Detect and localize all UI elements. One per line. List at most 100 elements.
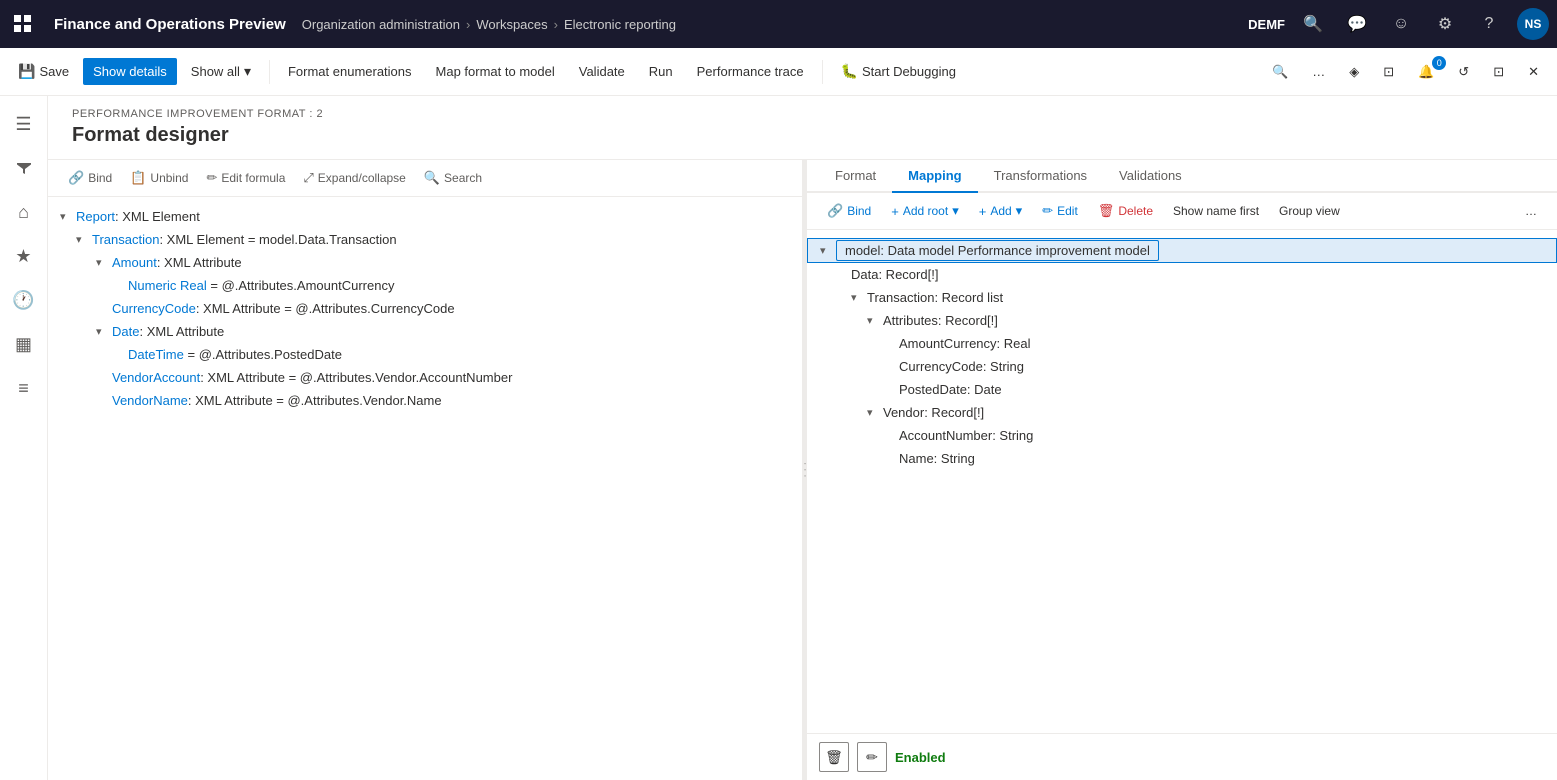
user-avatar[interactable]: NS xyxy=(1517,8,1549,40)
start-debugging-button[interactable]: 🐛 Start Debugging xyxy=(831,57,966,86)
tab-mapping[interactable]: Mapping xyxy=(892,160,977,193)
mapping-bind-button[interactable]: 🔗 Bind xyxy=(819,199,879,223)
unbind-button[interactable]: 📋 Unbind xyxy=(122,166,196,190)
nav-breadcrumb: Organization administration › Workspaces… xyxy=(302,17,1248,32)
map-row[interactable]: ▾ model: Data model Performance improvem… xyxy=(807,238,1557,263)
tree-row[interactable]: ▾ Amount: XML Attribute xyxy=(48,251,802,274)
show-details-button[interactable]: Show details xyxy=(83,58,177,85)
command-bar: 💾 Save Show details Show all ▾ Format en… xyxy=(0,48,1557,96)
sidebar-favorites-icon[interactable]: ★ xyxy=(4,236,44,276)
map-format-to-model-button[interactable]: Map format to model xyxy=(426,58,565,85)
map-row[interactable]: ▾ CurrencyCode: String xyxy=(807,355,1557,378)
cmd-diamond-button[interactable]: ◈ xyxy=(1339,58,1369,86)
designer-area: 🔗 Bind 📋 Unbind ✏ Edit formula ⤢ Expand/… xyxy=(48,160,1557,780)
show-all-button[interactable]: Show all ▾ xyxy=(181,57,261,86)
sidebar-recent-icon[interactable]: 🕐 xyxy=(4,280,44,320)
page-header: PERFORMANCE IMPROVEMENT FORMAT : 2 Forma… xyxy=(48,96,1557,160)
tree-item-label: Transaction: XML Element = model.Data.Tr… xyxy=(92,232,397,247)
map-row[interactable]: ▾ AccountNumber: String xyxy=(807,424,1557,447)
app-grid-icon[interactable] xyxy=(8,9,38,39)
plus-icon: + xyxy=(891,204,899,219)
page-title: Format designer xyxy=(72,124,1533,159)
cmd-divider-1 xyxy=(269,60,270,84)
tree-row[interactable]: ▾ Numeric Real = @.Attributes.AmountCurr… xyxy=(48,274,802,297)
notifications-icon[interactable]: 💬 xyxy=(1341,8,1373,40)
cmd-close-button[interactable]: ✕ xyxy=(1518,58,1549,86)
sidebar-home-icon[interactable]: ⌂ xyxy=(4,192,44,232)
map-item-label: Attributes: Record[!] xyxy=(883,313,998,328)
format-panel: 🔗 Bind 📋 Unbind ✏ Edit formula ⤢ Expand/… xyxy=(48,160,803,780)
cmd-refresh-button[interactable]: ↺ xyxy=(1448,58,1479,86)
bind-button[interactable]: 🔗 Bind xyxy=(60,166,120,190)
validate-button[interactable]: Validate xyxy=(569,58,635,85)
map-row[interactable]: ▾ Vendor: Record[!] xyxy=(807,401,1557,424)
settings-icon[interactable]: ⚙ xyxy=(1429,8,1461,40)
tree-item-label: Report: XML Element xyxy=(76,209,200,224)
left-search-button[interactable]: 🔍 Search xyxy=(416,166,490,190)
nav-item-workspaces[interactable]: Workspaces xyxy=(476,17,547,32)
cmd-more-button[interactable]: … xyxy=(1302,58,1335,85)
top-navigation: Finance and Operations Preview Organizat… xyxy=(0,0,1557,48)
smiley-icon[interactable]: ☺ xyxy=(1385,8,1417,40)
tree-row[interactable]: ▾ VendorAccount: XML Attribute = @.Attri… xyxy=(48,366,802,389)
sidebar-filter-icon[interactable] xyxy=(4,148,44,188)
tab-format[interactable]: Format xyxy=(819,160,892,193)
sidebar-hamburger-icon[interactable]: ☰ xyxy=(4,104,44,144)
panel-tabs: Format Mapping Transformations Validatio… xyxy=(807,160,1557,193)
sidebar-table-icon[interactable]: ▦ xyxy=(4,324,44,364)
add-root-button[interactable]: + Add root ▾ xyxy=(883,199,967,223)
group-view-button[interactable]: Group view xyxy=(1271,200,1348,222)
add-plus-icon: + xyxy=(979,204,987,219)
sidebar-list-icon[interactable]: ≡ xyxy=(4,368,44,408)
add-button[interactable]: + Add ▾ xyxy=(971,199,1030,223)
footer-edit-button[interactable]: ✏ xyxy=(857,742,887,772)
sidebar: ☰ ⌂ ★ 🕐 ▦ ≡ xyxy=(0,96,48,780)
map-row[interactable]: ▾ AmountCurrency: Real xyxy=(807,332,1557,355)
map-row[interactable]: ▾ Data: Record[!] xyxy=(807,263,1557,286)
map-row[interactable]: ▾ Attributes: Record[!] xyxy=(807,309,1557,332)
map-item-label: PostedDate: Date xyxy=(899,382,1002,397)
tree-row[interactable]: ▾ CurrencyCode: XML Attribute = @.Attrib… xyxy=(48,297,802,320)
cmd-search-button[interactable]: 🔍 xyxy=(1262,58,1298,86)
tree-item-label: DateTime = @.Attributes.PostedDate xyxy=(128,347,342,362)
delete-icon: 🗑 xyxy=(1098,203,1115,219)
top-nav-right: DEMF 🔍 💬 ☺ ⚙ ? NS xyxy=(1248,8,1549,40)
mapping-footer: 🗑 ✏ Enabled xyxy=(807,733,1557,780)
tree-item-label: VendorName: XML Attribute = @.Attributes… xyxy=(112,393,442,408)
map-row[interactable]: ▾ PostedDate: Date xyxy=(807,378,1557,401)
delete-button[interactable]: 🗑 Delete xyxy=(1090,199,1161,223)
tree-row[interactable]: ▾ Date: XML Attribute xyxy=(48,320,802,343)
expand-collapse-button[interactable]: ⤢ Expand/collapse xyxy=(295,166,413,190)
tree-row[interactable]: ▾ VendorName: XML Attribute = @.Attribut… xyxy=(48,389,802,412)
map-row[interactable]: ▾ Name: String xyxy=(807,447,1557,470)
app-title: Finance and Operations Preview xyxy=(54,16,286,33)
cmd-popout-button[interactable]: ⊡ xyxy=(1483,58,1514,86)
help-icon[interactable]: ? xyxy=(1473,8,1505,40)
show-name-first-button[interactable]: Show name first xyxy=(1165,200,1267,222)
mapping-more-button[interactable]: … xyxy=(1517,200,1545,222)
edit-formula-button[interactable]: ✏ Edit formula xyxy=(198,166,293,190)
cmd-ext1-button[interactable]: ⊡ xyxy=(1373,58,1404,86)
chevron-down-icon: ▾ xyxy=(867,406,883,419)
tab-transformations[interactable]: Transformations xyxy=(978,160,1103,193)
footer-delete-button[interactable]: 🗑 xyxy=(819,742,849,772)
performance-trace-button[interactable]: Performance trace xyxy=(687,58,814,85)
tree-row[interactable]: ▾ Report: XML Element xyxy=(48,205,802,228)
tab-validations[interactable]: Validations xyxy=(1103,160,1198,193)
nav-item-er[interactable]: Electronic reporting xyxy=(564,17,676,32)
breadcrumb-sep-2: › xyxy=(554,17,558,32)
run-button[interactable]: Run xyxy=(639,58,683,85)
notification-badge: 0 xyxy=(1432,56,1446,70)
nav-item-org[interactable]: Organization administration xyxy=(302,17,460,32)
tree-row[interactable]: ▾ DateTime = @.Attributes.PostedDate xyxy=(48,343,802,366)
format-enumerations-button[interactable]: Format enumerations xyxy=(278,58,422,85)
add-chevron-icon: ▾ xyxy=(1016,203,1023,219)
chevron-down-icon: ▾ xyxy=(820,244,836,257)
show-all-chevron-icon: ▾ xyxy=(244,63,251,80)
tree-row[interactable]: ▾ Transaction: XML Element = model.Data.… xyxy=(48,228,802,251)
map-row[interactable]: ▾ Transaction: Record list xyxy=(807,286,1557,309)
edit-button[interactable]: ✏ Edit xyxy=(1034,199,1086,223)
page-breadcrumb: PERFORMANCE IMPROVEMENT FORMAT : 2 xyxy=(72,108,1533,120)
search-icon[interactable]: 🔍 xyxy=(1297,8,1329,40)
save-button[interactable]: 💾 Save xyxy=(8,57,79,86)
